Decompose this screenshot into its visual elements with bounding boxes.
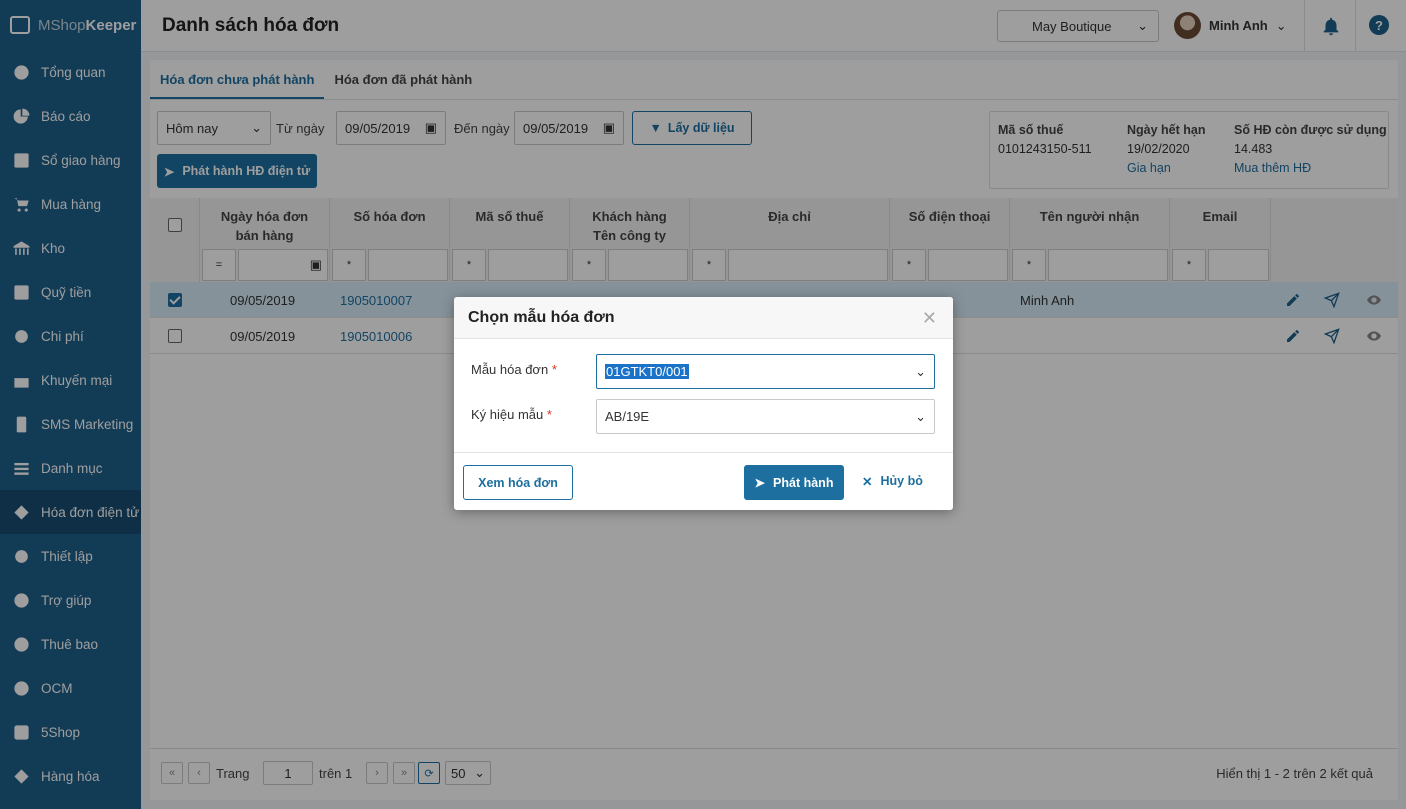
dialog-title: Chọn mẫu hóa đơn (468, 309, 615, 326)
symbol-label: Ký hiệu mẫu * (471, 407, 552, 422)
required-mark: * (546, 407, 552, 422)
close-icon[interactable]: ✕ (922, 308, 937, 329)
symbol-value: AB/19E (605, 409, 650, 424)
symbol-select[interactable]: AB/19E ⌄ (596, 399, 935, 434)
cancel-button-label: Hủy bỏ (880, 474, 923, 488)
issue-button[interactable]: ➤ Phát hành (744, 465, 844, 500)
send-icon: ➤ (754, 476, 766, 490)
preview-invoice-button[interactable]: Xem hóa đơn (463, 465, 573, 500)
close-icon: ✕ (862, 475, 873, 489)
template-select[interactable]: 01GTKT0/001 ⌄ (596, 354, 935, 389)
choose-template-dialog: Chọn mẫu hóa đơn ✕ Mẫu hóa đơn * 01GTKT0… (454, 297, 953, 510)
chevron-down-icon: ⌄ (915, 408, 926, 424)
cancel-button[interactable]: ✕ Hủy bỏ (862, 474, 923, 489)
dialog-footer: Xem hóa đơn ➤ Phát hành ✕ Hủy bỏ (454, 452, 953, 510)
dialog-header: Chọn mẫu hóa đơn ✕ (454, 297, 953, 339)
template-value: 01GTKT0/001 (605, 364, 689, 379)
template-label: Mẫu hóa đơn * (471, 362, 557, 377)
issue-button-label: Phát hành (773, 475, 834, 490)
template-label-text: Mẫu hóa đơn (471, 362, 549, 377)
symbol-label-text: Ký hiệu mẫu (471, 407, 544, 422)
chevron-down-icon: ⌄ (915, 363, 926, 379)
required-mark: * (551, 362, 557, 377)
